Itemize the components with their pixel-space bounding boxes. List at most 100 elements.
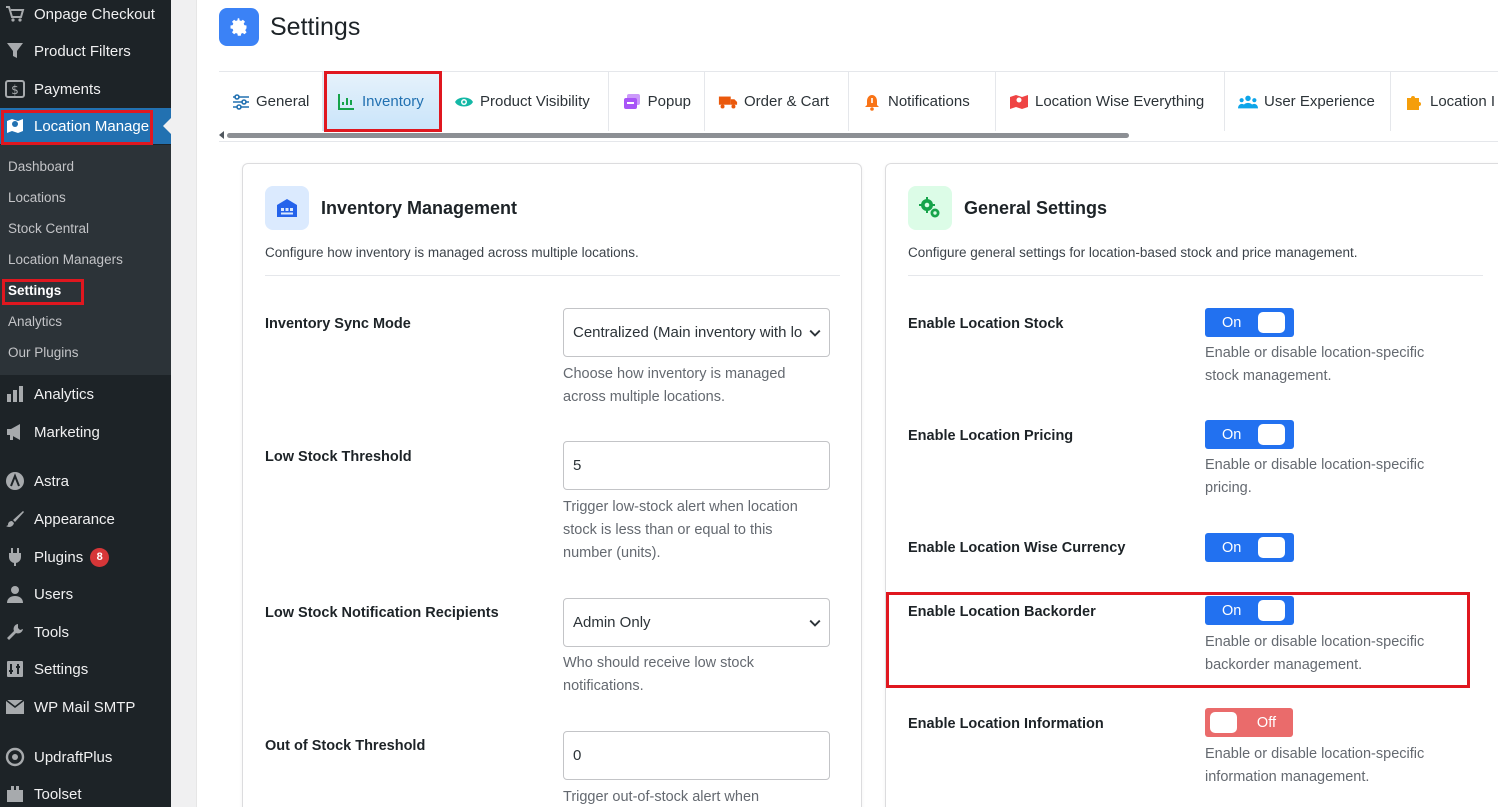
submenu-stock-central[interactable]: Stock Central (8, 218, 89, 240)
menu-wp-mail-smtp[interactable]: WP Mail SMTP (0, 689, 171, 725)
field-label-low-stock-threshold: Low Stock Threshold (265, 449, 412, 465)
submenu-location-managers[interactable]: Location Managers (8, 249, 123, 271)
plug-icon (4, 547, 26, 567)
tabs-scrollbar[interactable] (219, 131, 1498, 139)
tab-location-wise-everything[interactable]: Location Wise Everything (996, 72, 1225, 131)
sliders-icon (4, 659, 26, 679)
toggle-state: On (1222, 314, 1242, 331)
field-label-out-of-stock-threshold: Out of Stock Threshold (265, 738, 426, 754)
menu-appearance[interactable]: Appearance (0, 501, 171, 537)
menu-settings[interactable]: Settings (0, 651, 171, 687)
setting-label-location-stock: Enable Location Stock (908, 316, 1064, 332)
scroll-left-arrow-icon[interactable] (219, 131, 224, 139)
scrollbar-thumb[interactable] (227, 133, 1129, 138)
menu-label: UpdraftPlus (34, 748, 113, 766)
warehouse-icon (265, 186, 309, 230)
helper-out-of-stock-threshold: Trigger out-of-stock alert when (563, 789, 760, 805)
bell-icon (862, 92, 882, 112)
tab-label: User Experience (1264, 93, 1375, 110)
toggle-knob (1258, 537, 1285, 558)
card-separator (265, 275, 840, 276)
out-of-stock-threshold-input[interactable]: 0 (563, 731, 830, 780)
tab-notifications[interactable]: Notifications (849, 72, 996, 131)
tab-label: Notifications (888, 93, 970, 110)
helper-location-pricing: Enable or disable location-specific pric… (1205, 457, 1425, 496)
admin-sidebar: Onpage Checkout Product Filters $ Paymen… (0, 0, 171, 807)
tab-product-visibility[interactable]: Product Visibility (441, 72, 609, 131)
tab-order-cart[interactable]: Order & Cart (705, 72, 849, 131)
location-stock-toggle[interactable]: On (1205, 308, 1294, 337)
toggle-knob (1258, 600, 1285, 621)
submenu-dashboard[interactable]: Dashboard (8, 156, 74, 178)
tab-user-experience[interactable]: User Experience (1225, 72, 1391, 131)
page-title: Settings (270, 12, 361, 41)
toolset-icon (4, 784, 26, 804)
location-information-toggle[interactable]: Off (1205, 708, 1293, 737)
page-header: Settings (219, 8, 360, 46)
tab-location-info[interactable]: Location I (1391, 72, 1498, 131)
location-pricing-toggle[interactable]: On (1205, 420, 1294, 449)
helper-location-backorder: Enable or disable location-specific back… (1205, 634, 1425, 673)
helper-location-information: Enable or disable location-specific info… (1205, 746, 1425, 785)
toggle-knob (1258, 312, 1285, 333)
toggle-state: Off (1256, 714, 1276, 731)
toggle-knob (1258, 424, 1285, 445)
chart-icon (336, 92, 356, 112)
menu-analytics[interactable]: Analytics (0, 376, 171, 412)
filter-icon (4, 41, 26, 61)
menu-tools[interactable]: Tools (0, 614, 171, 650)
toggle-state: On (1222, 426, 1242, 443)
low-stock-threshold-input[interactable]: 5 (563, 441, 830, 490)
menu-toolset[interactable]: Toolset (0, 776, 171, 807)
chevron-down-icon (809, 619, 821, 627)
inventory-management-card: Inventory Management Configure how inven… (242, 163, 862, 807)
menu-onpage-checkout[interactable]: Onpage Checkout (0, 0, 171, 32)
menu-plugins[interactable]: Plugins 8 (0, 539, 171, 575)
mail-icon (4, 697, 26, 717)
menu-marketing[interactable]: Marketing (0, 414, 171, 450)
card-description: Configure how inventory is managed acros… (265, 245, 639, 260)
submenu-settings[interactable]: Settings (8, 280, 61, 302)
paintbrush-icon (4, 509, 26, 529)
menu-product-filters[interactable]: Product Filters (0, 33, 171, 69)
menu-label: Marketing (34, 423, 100, 441)
popup-icon (622, 92, 642, 112)
helper-low-stock-threshold: Trigger low-stock alert when location st… (563, 499, 798, 561)
submenu-analytics[interactable]: Analytics (8, 311, 62, 333)
user-icon (4, 584, 26, 604)
helper-location-stock: Enable or disable location-specific stoc… (1205, 345, 1425, 384)
menu-location-manager[interactable]: Location Manage (0, 108, 171, 144)
menu-updraftplus[interactable]: UpdraftPlus (0, 739, 171, 775)
tab-label: General (256, 93, 310, 110)
location-wise-currency-toggle[interactable]: On (1205, 533, 1294, 562)
setting-label-location-backorder: Enable Location Backorder (908, 604, 1096, 620)
location-backorder-toggle[interactable]: On (1205, 596, 1294, 625)
puzzle-icon (1404, 92, 1424, 112)
helper-notification-recipients: Who should receive low stock notificatio… (563, 655, 754, 694)
tab-label: Location Wise Everything (1035, 93, 1205, 110)
card-title: Inventory Management (321, 197, 518, 218)
sliders-icon (232, 92, 250, 112)
toggle-state: On (1222, 539, 1242, 556)
toggle-state: On (1222, 602, 1242, 619)
field-label-sync-mode: Inventory Sync Mode (265, 316, 411, 332)
gears-icon (908, 186, 952, 230)
tabs-divider (219, 141, 1498, 142)
inventory-sync-mode-select[interactable]: Centralized (Main inventory with lo (563, 308, 830, 357)
tab-inventory[interactable]: Inventory (323, 72, 441, 131)
tab-general[interactable]: General (219, 72, 323, 131)
general-settings-card: General Settings Configure general setti… (885, 163, 1498, 807)
eye-icon (454, 92, 474, 112)
menu-label: Analytics (34, 385, 95, 403)
menu-users[interactable]: Users (0, 576, 171, 612)
menu-label: Onpage Checkout (34, 5, 155, 23)
plugins-update-badge: 8 (90, 547, 110, 567)
menu-astra[interactable]: Astra (0, 463, 171, 499)
menu-label: Tools (34, 623, 70, 641)
submenu-locations[interactable]: Locations (8, 187, 66, 209)
submenu-our-plugins[interactable]: Our Plugins (8, 342, 79, 364)
notification-recipients-select[interactable]: Admin Only (563, 598, 830, 647)
menu-payments[interactable]: $ Payments (0, 71, 171, 107)
tab-popup[interactable]: Popup (609, 72, 705, 131)
menu-label: Settings (34, 660, 89, 678)
